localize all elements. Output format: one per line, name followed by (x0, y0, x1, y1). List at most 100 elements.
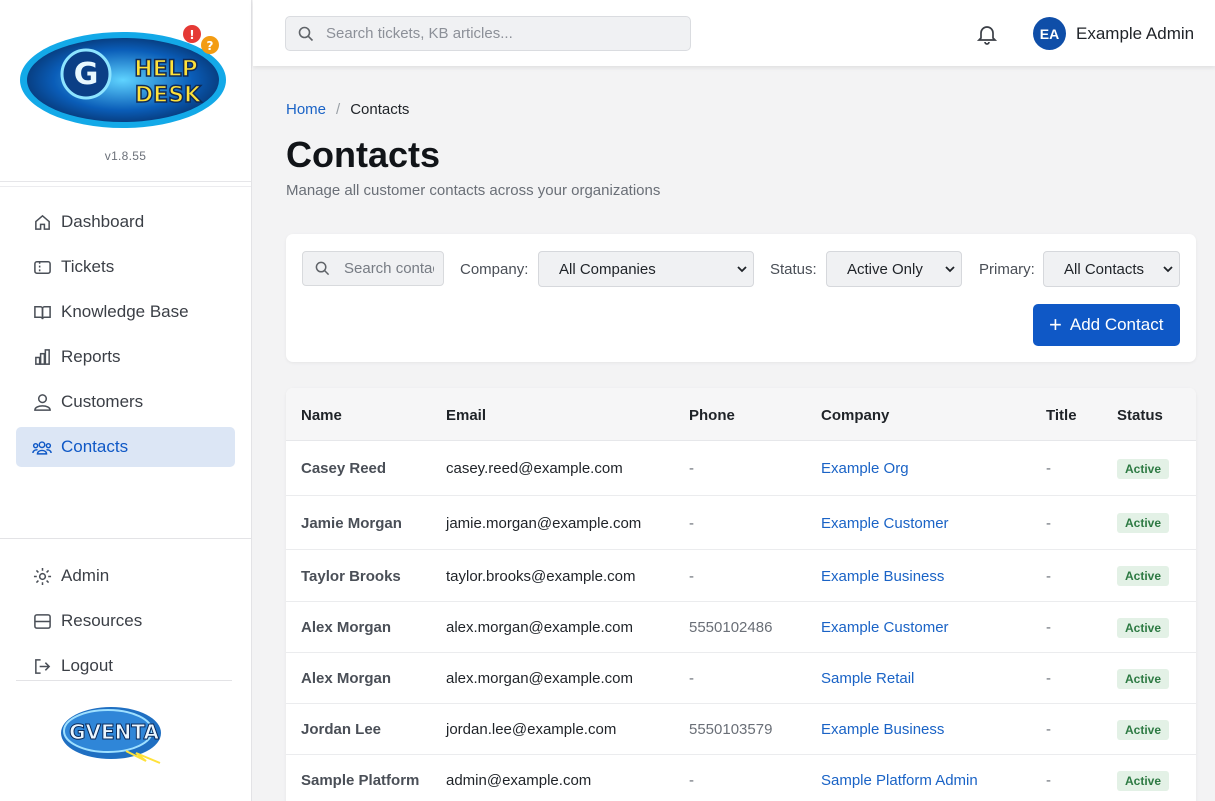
nav-label-customers: Customers (61, 392, 144, 411)
breadcrumb-separator: / (336, 101, 341, 118)
nav-item-contacts[interactable]: Contacts (16, 427, 235, 467)
contact-phone: 5550102486 (689, 619, 773, 636)
chevron-down-icon (1163, 266, 1173, 273)
contact-email: taylor.brooks@example.com (446, 568, 636, 585)
nav-item-resources[interactable]: Resources (16, 601, 235, 641)
nav-label-resources: Resources (61, 611, 143, 630)
contact-company-link[interactable]: Sample Platform Admin (821, 772, 978, 789)
contact-company-link[interactable]: Example Customer (821, 515, 949, 532)
column-header-title[interactable]: Title (1046, 407, 1077, 424)
nav-item-admin[interactable]: Admin (16, 556, 235, 596)
contact-title: - (1046, 670, 1051, 687)
contact-title: - (1046, 568, 1051, 585)
nav-label-contacts: Contacts (61, 437, 129, 456)
nav-item-tickets[interactable]: Tickets (16, 247, 235, 287)
global-search-input[interactable] (326, 25, 666, 42)
primary-filter-label: Primary: (979, 261, 1035, 278)
contact-name: Jordan Lee (301, 721, 382, 738)
server-icon (32, 611, 52, 631)
company-filter-label: Company: (460, 261, 529, 278)
page-title: Contacts (286, 134, 441, 175)
primary-select[interactable]: All Contacts (1043, 251, 1180, 287)
nav-item-knowledge-base[interactable]: Knowledge Base (16, 292, 235, 332)
contact-company-link[interactable]: Example Customer (821, 619, 949, 636)
contact-title: - (1046, 721, 1051, 738)
table-row[interactable]: Casey Reed casey.reed@example.com - Example… (286, 441, 1196, 496)
column-header-name[interactable]: Name (301, 407, 342, 424)
nav-item-reports[interactable]: Reports (16, 337, 235, 377)
table-body: Casey Reed casey.reed@example.com - Example… (286, 441, 1196, 801)
bar-chart-icon (32, 347, 52, 367)
avatar[interactable]: EA (1033, 17, 1066, 50)
global-search[interactable] (285, 16, 691, 51)
contact-name: Alex Morgan (301, 670, 392, 687)
column-header-company[interactable]: Company (821, 407, 889, 424)
status-filter-label: Status: (770, 261, 817, 278)
breadcrumb-home[interactable]: Home (286, 101, 326, 118)
contact-phone: - (689, 460, 694, 477)
gear-icon (32, 566, 52, 586)
contact-company-link[interactable]: Example Org (821, 460, 909, 477)
notification-bell-icon[interactable] (975, 22, 999, 46)
contact-name: Casey Reed (301, 460, 387, 477)
table-row[interactable]: Jamie Morgan jamie.morgan@example.com - Exa… (286, 496, 1196, 550)
user-name[interactable]: Example Admin (1076, 24, 1194, 44)
column-header-status[interactable]: Status (1117, 407, 1163, 424)
chevron-down-icon (945, 266, 955, 273)
contact-email: alex.morgan@example.com (446, 619, 633, 636)
contact-email: admin@example.com (446, 772, 592, 789)
contact-phone: - (689, 515, 694, 532)
sidebar: G HELP DESK ! ? v1.8.55 Dashboard Ticket… (0, 0, 252, 801)
status-badge: Active (1117, 669, 1170, 689)
contact-title: - (1046, 460, 1051, 477)
table-row[interactable]: Alex Morgan alex.morgan@example.com 555010… (286, 602, 1196, 653)
column-header-email[interactable]: Email (446, 407, 486, 424)
logo-area: G HELP DESK ! ? v1.8.55 (0, 0, 251, 182)
contact-search[interactable] (302, 251, 444, 286)
table-row[interactable]: Taylor Brooks taylor.brooks@example.com - E… (286, 550, 1196, 602)
contact-email: casey.reed@example.com (446, 460, 623, 477)
status-badge: Active (1117, 566, 1170, 586)
nav-label-knowledge-base: Knowledge Base (61, 302, 189, 321)
contacts-table: Name Email Phone Company Title Status Ca… (286, 388, 1196, 801)
contact-name: Sample Platform (301, 772, 420, 789)
contact-company-link[interactable]: Example Business (821, 568, 944, 585)
secondary-nav: Admin Resources Logout (0, 538, 251, 691)
contact-search-input[interactable] (344, 260, 434, 277)
contact-company-link[interactable]: Sample Retail (821, 670, 914, 687)
page-subtitle: Manage all customer contacts across your… (286, 182, 661, 199)
contact-name: Jamie Morgan (301, 515, 402, 532)
primary-select-value: All Contacts (1064, 260, 1145, 278)
brand-footer: GVENTA (16, 680, 232, 801)
contact-phone: - (689, 568, 694, 585)
nav-item-dashboard[interactable]: Dashboard (16, 202, 235, 242)
nav-label-tickets: Tickets (61, 257, 115, 276)
table-row[interactable]: Sample Platform admin@example.com - Sample … (286, 755, 1196, 801)
column-header-phone[interactable]: Phone (689, 407, 735, 424)
app-version: v1.8.55 (104, 149, 147, 163)
ticket-icon (32, 257, 52, 277)
helpdesk-logo[interactable]: G HELP DESK ! ? (20, 18, 230, 130)
nav-item-customers[interactable]: Customers (16, 382, 235, 422)
status-select-value: Active Only (847, 260, 923, 278)
svg-text:DESK: DESK (135, 83, 202, 108)
add-contact-button[interactable]: + Add Contact (1033, 304, 1180, 346)
filter-bar: Company: All Companies Status: Active On… (286, 234, 1196, 362)
book-icon (32, 302, 52, 322)
table-header: Name Email Phone Company Title Status (286, 388, 1196, 441)
user-icon (32, 392, 52, 412)
status-select[interactable]: Active Only (826, 251, 962, 287)
breadcrumb-current: Contacts (350, 101, 410, 118)
contact-phone: - (689, 670, 694, 687)
table-row[interactable]: Alex Morgan alex.morgan@example.com - Sampl… (286, 653, 1196, 704)
contact-email: jordan.lee@example.com (446, 721, 617, 738)
table-row[interactable]: Jordan Lee jordan.lee@example.com 55501035… (286, 704, 1196, 755)
company-select-value: All Companies (559, 260, 656, 278)
nav-label-admin: Admin (61, 566, 110, 585)
company-select[interactable]: All Companies (538, 251, 754, 287)
status-badge: Active (1117, 513, 1170, 533)
svg-text:HELP: HELP (134, 57, 198, 82)
main-nav: Dashboard Tickets Knowledge Base Reports… (0, 186, 251, 472)
contact-company-link[interactable]: Example Business (821, 721, 944, 738)
contact-email: jamie.morgan@example.com (446, 515, 642, 532)
